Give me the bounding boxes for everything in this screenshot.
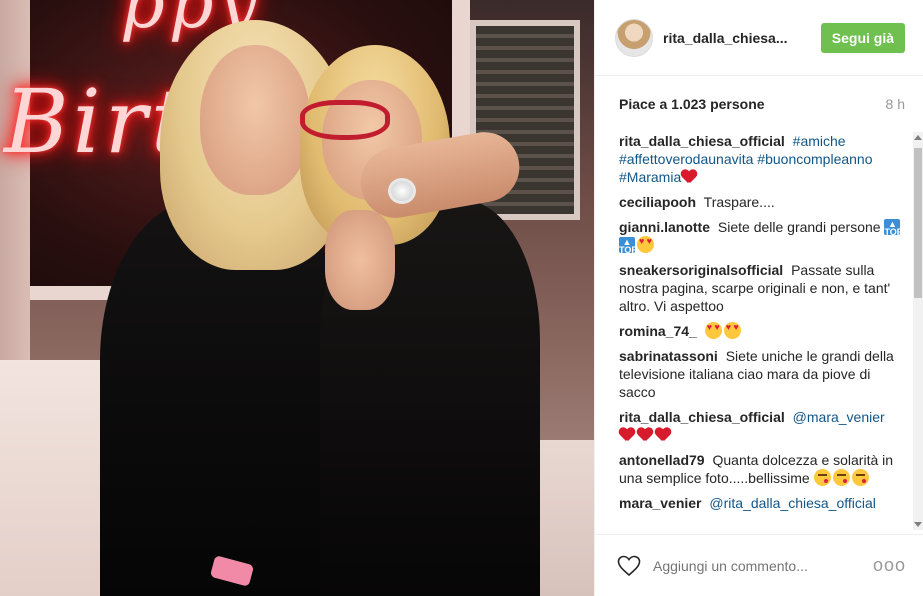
top-arrow-icon: ▲ TOP (619, 237, 638, 255)
likes-count[interactable]: Piace a 1.023 persone (619, 96, 765, 112)
comment: gianni.lanotte Siete delle grandi person… (619, 218, 904, 255)
kiss-face-icon (851, 469, 869, 486)
comment: ceciliapooh Traspare.... (619, 193, 904, 211)
heart-eyes-icon (704, 322, 722, 339)
comment-username[interactable]: romina_74_ (619, 323, 697, 339)
hashtag[interactable]: #buoncompleanno (757, 151, 872, 167)
comment-username[interactable]: mara_venier (619, 495, 702, 511)
comment-input[interactable] (653, 557, 853, 574)
mention[interactable]: @mara_venier (793, 409, 885, 425)
red-heart-icon (637, 428, 653, 442)
comment: sneakersoriginalsofficial Passate sulla … (619, 261, 904, 315)
comment: rita_dalla_chiesa_official @mara_venier (619, 408, 904, 444)
comments-scrollbar[interactable] (913, 132, 923, 530)
comment: mara_venier @rita_dalla_chiesa_official (619, 494, 904, 512)
red-heart-icon (681, 170, 697, 184)
comment-username[interactable]: sneakersoriginalsofficial (619, 262, 783, 278)
red-heart-icon (655, 428, 671, 442)
comment-username[interactable]: rita_dalla_chiesa_official (619, 409, 785, 425)
comment-username[interactable]: antonellad79 (619, 452, 705, 468)
red-glasses (300, 100, 390, 140)
wrist-watch (388, 178, 416, 204)
instagram-post: ppy Birt rita_dalla_chiesa... Segui già … (0, 0, 923, 596)
post-meta: Piace a 1.023 persone 8 h (595, 76, 923, 132)
kiss-face-icon (832, 469, 850, 486)
avatar[interactable] (615, 18, 653, 57)
comment-bar: ooo (595, 534, 923, 596)
kiss-face-icon (813, 469, 831, 486)
top-arrow-icon: ▲ TOP (884, 219, 903, 237)
comment-username[interactable]: gianni.lanotte (619, 219, 710, 235)
comment-text: Traspare.... (703, 194, 775, 210)
comment: sabrinatassoni Siete uniche le grandi de… (619, 347, 904, 401)
comment-username[interactable]: rita_dalla_chiesa_official (619, 133, 785, 149)
mention[interactable]: @rita_dalla_chiesa_official (709, 495, 876, 511)
comment: rita_dalla_chiesa_official #amiche #affe… (619, 132, 904, 186)
red-heart-icon (619, 428, 635, 442)
post-sidebar: rita_dalla_chiesa... Segui già Piace a 1… (594, 0, 923, 596)
heart-outline-icon[interactable] (617, 554, 641, 578)
post-photo[interactable]: ppy Birt (0, 0, 594, 596)
comment: antonellad79 Quanta dolcezza e solarità … (619, 451, 904, 487)
post-time[interactable]: 8 h (886, 96, 905, 112)
heart-eyes-icon (723, 322, 741, 339)
hashtag[interactable]: #Maramia (619, 169, 681, 185)
hashtag[interactable]: #affettoverodaunavita (619, 151, 753, 167)
author-username[interactable]: rita_dalla_chiesa... (663, 30, 788, 46)
comment: romina_74_ (619, 322, 904, 340)
comment-username[interactable]: sabrinatassoni (619, 348, 718, 364)
person-left-face (200, 45, 310, 195)
hashtag[interactable]: #amiche (793, 133, 846, 149)
scroll-up-icon[interactable] (914, 135, 922, 140)
scrollbar-thumb[interactable] (914, 148, 922, 298)
hand (325, 210, 395, 310)
more-options-icon[interactable]: ooo (873, 555, 906, 576)
following-button[interactable]: Segui già (820, 22, 905, 53)
comment-text: Siete delle grandi persone (717, 219, 881, 235)
scroll-down-icon[interactable] (914, 522, 922, 527)
comments-list: rita_dalla_chiesa_official #amiche #affe… (595, 132, 923, 530)
comment-username[interactable]: ceciliapooh (619, 194, 696, 210)
heart-eyes-icon (637, 236, 654, 253)
post-header: rita_dalla_chiesa... Segui già (595, 0, 923, 76)
